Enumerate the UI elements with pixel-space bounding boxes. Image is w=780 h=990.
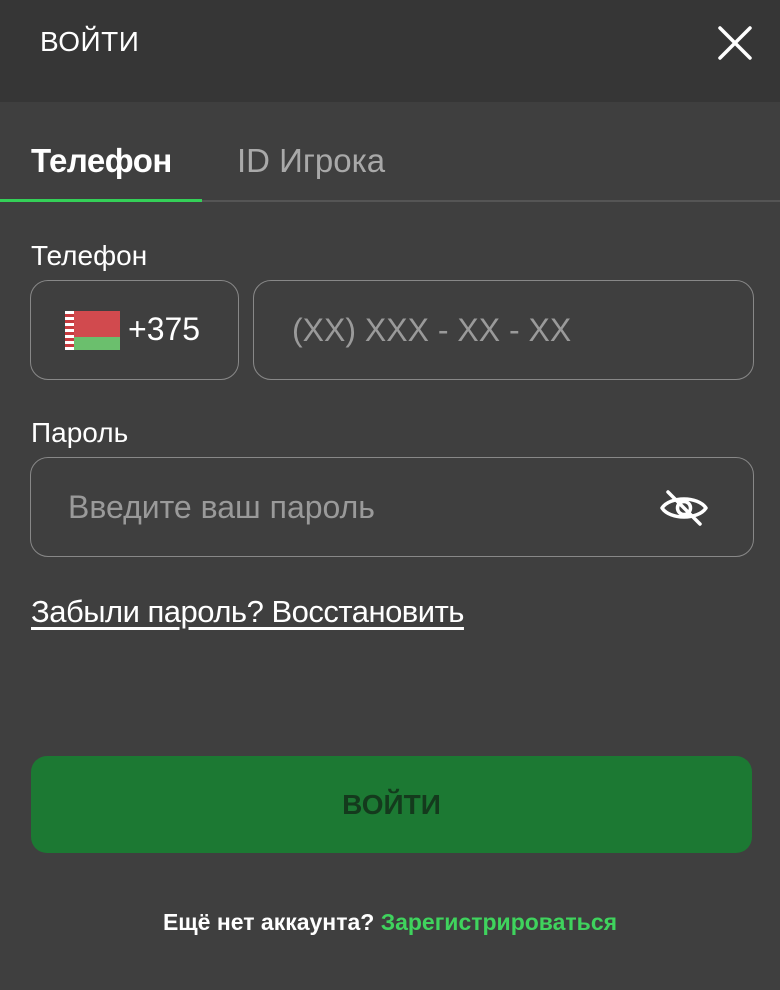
login-modal: ВОЙТИ Телефон ID Игрока Телефон +375 Пар… [0, 0, 780, 990]
modal-header: ВОЙТИ [0, 0, 780, 102]
login-button[interactable]: ВОЙТИ [31, 756, 752, 853]
login-method-tabs: Телефон ID Игрока [0, 102, 780, 202]
phone-field[interactable] [253, 280, 754, 380]
register-link[interactable]: Зарегистрироваться [381, 909, 617, 935]
login-button-label: ВОЙТИ [342, 789, 441, 820]
password-label: Пароль [31, 417, 129, 448]
eye-slash-icon [660, 490, 708, 526]
active-tab-indicator [0, 199, 202, 202]
close-icon [718, 26, 752, 60]
belarus-flag-icon [65, 311, 120, 350]
phone-input[interactable] [290, 307, 730, 353]
modal-title: ВОЙТИ [40, 26, 140, 57]
toggle-password-visibility-button[interactable] [658, 488, 710, 528]
country-code-value: +375 [128, 311, 201, 347]
no-account-text: Ещё нет аккаунта? [162, 909, 381, 935]
close-button[interactable] [714, 22, 756, 64]
password-field[interactable] [30, 457, 754, 557]
phone-label: Телефон [31, 240, 148, 271]
password-input[interactable] [66, 484, 626, 530]
country-code-select[interactable]: +375 [30, 280, 239, 380]
register-prompt: Ещё нет аккаунта? Зарегистрироваться [0, 909, 780, 936]
tab-phone[interactable]: Телефон [31, 142, 172, 180]
forgot-password-link[interactable]: Забыли пароль? Восстановить [31, 594, 464, 630]
tab-player-id[interactable]: ID Игрока [237, 142, 385, 180]
